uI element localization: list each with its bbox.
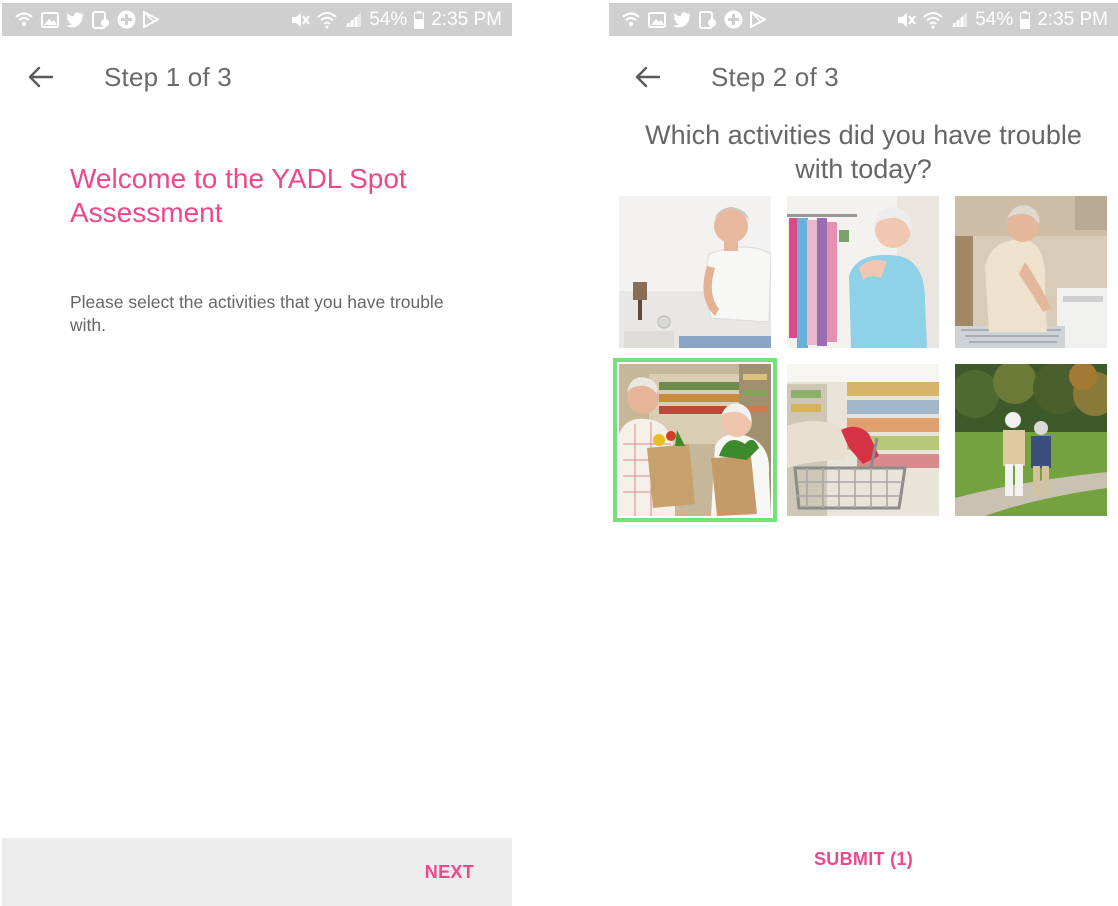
welcome-screen: 54% 2:35 PM Step 1 of 3 Welcome to the Y… xyxy=(2,0,512,906)
plus-circle-icon xyxy=(724,10,743,29)
play-store-icon xyxy=(143,11,159,28)
plus-circle-icon xyxy=(117,10,136,29)
submit-button[interactable]: SUBMIT (1) xyxy=(609,849,1118,870)
activity-tile-shopping-cart-in-store[interactable] xyxy=(787,364,939,516)
next-button[interactable]: NEXT xyxy=(425,862,474,883)
step-title: Step 2 of 3 xyxy=(711,61,839,92)
activity-tile-woman-choosing-clothes[interactable] xyxy=(787,196,939,348)
signal-icon xyxy=(344,11,362,28)
step-title: Step 1 of 3 xyxy=(104,61,232,92)
arrow-left-icon xyxy=(28,66,54,88)
cast-icon xyxy=(699,10,717,29)
signal-icon xyxy=(950,11,968,28)
battery-percentage: 54% xyxy=(369,8,408,30)
cast-icon xyxy=(92,10,110,29)
activity-tile-couple-walking-in-park[interactable] xyxy=(955,364,1107,516)
activity-tile-man-sitting-on-bed[interactable] xyxy=(619,196,771,348)
clock: 2:35 PM xyxy=(431,8,502,30)
back-button[interactable] xyxy=(623,52,673,102)
twitter-icon xyxy=(673,11,692,28)
activity-selection-screen: 54% 2:35 PM Step 2 of 3 Which activities… xyxy=(609,0,1118,906)
arrow-left-icon xyxy=(635,66,661,88)
toolbar: Step 1 of 3 xyxy=(2,52,512,102)
back-button[interactable] xyxy=(16,52,66,102)
twitter-icon xyxy=(66,11,85,28)
mute-icon xyxy=(290,11,311,29)
mute-icon xyxy=(896,11,917,29)
battery-icon xyxy=(1020,10,1031,29)
status-bar: 54% 2:35 PM xyxy=(609,3,1118,36)
play-store-icon xyxy=(750,11,766,28)
image-icon xyxy=(648,11,666,28)
wifi-call-icon xyxy=(14,11,34,29)
battery-percentage: 54% xyxy=(975,8,1014,30)
bottom-bar: NEXT xyxy=(2,838,512,906)
status-bar: 54% 2:35 PM xyxy=(2,3,512,36)
wifi-call-icon xyxy=(621,11,641,29)
question-text: Which activities did you have trouble wi… xyxy=(645,120,1082,184)
battery-icon xyxy=(414,10,425,29)
welcome-heading: Welcome to the YADL Spot Assessment xyxy=(70,163,407,228)
instructions-text: Please select the activities that you ha… xyxy=(70,292,444,335)
activity-tile-couple-carrying-groceries[interactable] xyxy=(613,358,777,522)
clock: 2:35 PM xyxy=(1037,8,1108,30)
image-icon xyxy=(41,11,59,28)
toolbar: Step 2 of 3 xyxy=(609,52,1118,102)
wifi-icon xyxy=(317,11,337,29)
activity-tile-man-loading-dishwasher[interactable] xyxy=(955,196,1107,348)
wifi-icon xyxy=(923,11,943,29)
